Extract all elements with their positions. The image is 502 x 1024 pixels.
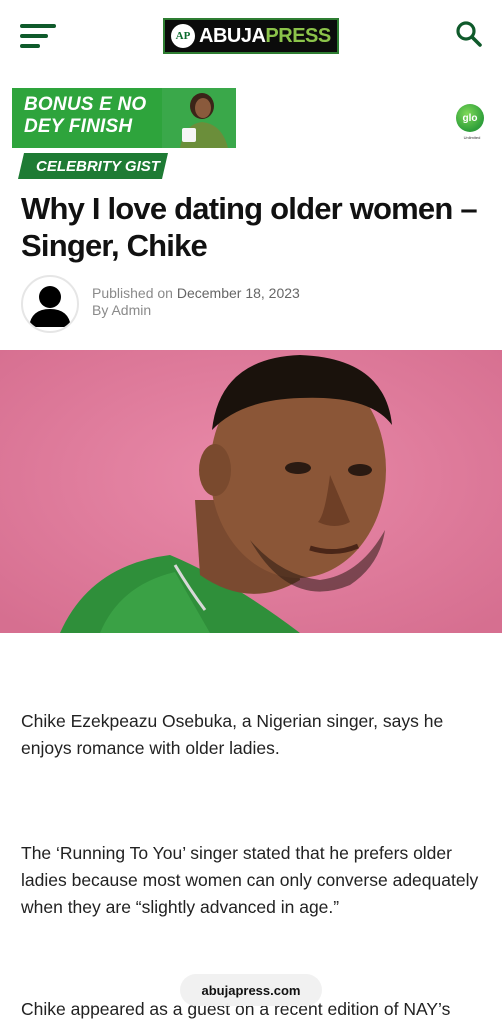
article-meta: Published on December 18, 2023 By Admin (92, 285, 300, 319)
logo-text-abuja: ABUJA (199, 24, 266, 47)
ad-line-1: BONUS E NO (24, 94, 147, 115)
hamburger-icon[interactable] (20, 22, 58, 50)
logo-text: ABUJAPRESS (199, 25, 331, 48)
publish-line: Published on December 18, 2023 (92, 285, 300, 302)
site-header: AP ABUJAPRESS (0, 0, 502, 72)
article-paragraph: The ‘Running To You’ singer stated that … (21, 843, 479, 917)
author-byline[interactable]: By Admin (92, 302, 300, 319)
singer-portrait (0, 350, 502, 633)
category-label: CELEBRITY GIST (36, 157, 160, 175)
ad-banner[interactable]: BONUS E NO DEY FINISH glo Unlimited (12, 88, 490, 148)
published-date: December 18, 2023 (176, 285, 300, 301)
logo-text-press: PRESS (265, 24, 331, 47)
site-logo[interactable]: AP ABUJAPRESS (163, 18, 339, 54)
author-avatar[interactable] (21, 275, 79, 333)
logo-badge: AP (171, 24, 195, 48)
search-icon[interactable] (455, 20, 483, 48)
browser-url-pill[interactable]: abujapress.com (180, 974, 322, 1006)
glo-tagline: Unlimited (463, 135, 481, 140)
published-prefix: Published on (92, 285, 173, 301)
ad-line-2: DEY FINISH (24, 116, 133, 137)
category-tag[interactable]: CELEBRITY GIST (18, 153, 168, 179)
user-icon (29, 286, 71, 327)
ad-model-image (162, 88, 236, 148)
article-title: Why I love dating older women – Singer, … (21, 191, 478, 263)
article-paragraph: Chike Ezekpeazu Osebuka, a Nigerian sing… (21, 711, 444, 758)
glo-logo: glo (456, 104, 484, 132)
ad-headline: BONUS E NO DEY FINISH (24, 94, 146, 138)
hero-image (0, 350, 502, 633)
